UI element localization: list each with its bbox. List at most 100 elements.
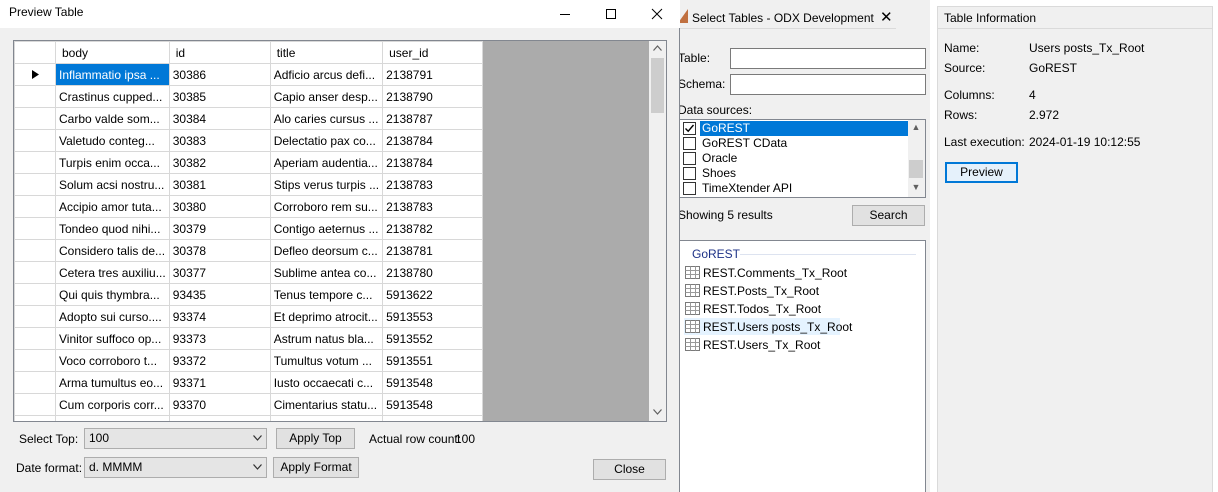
table-cell[interactable]: 2138790 <box>382 85 484 108</box>
row-header[interactable] <box>14 151 56 174</box>
table-cell[interactable]: 2138787 <box>382 107 484 130</box>
row-header[interactable] <box>14 393 56 416</box>
grid-scrollbar[interactable] <box>649 41 666 421</box>
table-row[interactable]: Tondeo quod nihi... 30379 Contigo aeternus… <box>14 217 484 240</box>
apply-format-button[interactable]: Apply Format <box>273 457 359 478</box>
table-cell[interactable]: Inflammatio ipsa ... <box>55 63 170 86</box>
column-header[interactable]: user_id <box>382 41 484 64</box>
table-cell[interactable]: Cetera tres auxiliu... <box>55 261 170 284</box>
data-source-item[interactable]: TimeXtender API <box>682 181 908 196</box>
table-row[interactable]: Crastinus cupped... 30385 Capio anser desp… <box>14 85 484 108</box>
close-icon[interactable]: ✕ <box>880 8 893 26</box>
table-cell[interactable]: 5913553 <box>382 305 484 328</box>
row-header[interactable] <box>14 349 56 372</box>
table-row[interactable]: Valetudo conteg... 30383 Delectatio pax co… <box>14 129 484 152</box>
row-header[interactable] <box>14 217 56 240</box>
table-row[interactable]: Adopto sui curso.... 93374 Et deprimo atro… <box>14 305 484 328</box>
column-header[interactable]: body <box>55 41 170 64</box>
table-cell[interactable]: Cimentarius statu... <box>269 393 384 416</box>
table-cell[interactable]: 30381 <box>168 173 271 196</box>
table-cell[interactable]: Qui quis thymbra... <box>55 283 170 306</box>
table-cell[interactable]: 30384 <box>168 107 271 130</box>
table-cell[interactable]: 5913548 <box>382 393 484 416</box>
result-item[interactable]: REST.Todos_Tx_Root <box>684 300 844 317</box>
table-cell[interactable]: 2138791 <box>382 63 484 86</box>
chevron-down-icon[interactable] <box>653 409 662 415</box>
table-cell[interactable]: Valetudo conteg... <box>55 129 170 152</box>
table-row[interactable]: Turpis enim occa... 30382 Aperiam audentia… <box>14 151 484 174</box>
corner-header[interactable] <box>14 41 56 64</box>
table-cell[interactable]: 30382 <box>168 151 271 174</box>
table-cell[interactable] <box>168 415 271 421</box>
table-cell[interactable]: Vinitor suffoco op... <box>55 327 170 350</box>
data-source-item[interactable]: GoREST CData <box>682 136 908 151</box>
result-item-selected[interactable]: REST.Users posts_Tx_Root <box>684 318 852 335</box>
table-cell[interactable]: Arma tumultus eo... <box>55 371 170 394</box>
table-cell[interactable]: Tumultus votum ... <box>269 349 384 372</box>
checkbox[interactable] <box>683 152 696 165</box>
data-source-item[interactable]: Oracle <box>682 151 908 166</box>
table-cell[interactable]: 2138782 <box>382 217 484 240</box>
row-header[interactable] <box>14 283 56 306</box>
table-cell[interactable] <box>55 415 170 421</box>
table-cell[interactable]: 93371 <box>168 371 271 394</box>
table-cell[interactable]: 30386 <box>168 63 271 86</box>
table-cell[interactable]: Accipio amor tuta... <box>55 195 170 218</box>
table-cell[interactable]: Adopto sui curso.... <box>55 305 170 328</box>
table-cell[interactable]: Capio anser desp... <box>269 85 384 108</box>
table-cell[interactable]: 30379 <box>168 217 271 240</box>
table-cell[interactable]: 5913552 <box>382 327 484 350</box>
table-cell[interactable]: 2138784 <box>382 129 484 152</box>
table-cell[interactable]: Crastinus cupped... <box>55 85 170 108</box>
table-row[interactable]: Solum acsi nostru... 30381 Stips verus tur… <box>14 173 484 196</box>
row-header[interactable] <box>14 195 56 218</box>
data-sources-list[interactable]: GoREST GoREST CData Oracle Shoes TimeXte… <box>679 119 926 198</box>
table-cell[interactable]: 30377 <box>168 261 271 284</box>
table-cell[interactable]: Astrum natus bla... <box>269 327 384 350</box>
table-cell[interactable]: Alo caries cursus ... <box>269 107 384 130</box>
dialog-titlebar[interactable]: Preview Table <box>0 0 680 28</box>
chevron-up-icon[interactable]: ▲ <box>908 122 924 132</box>
row-header[interactable] <box>14 107 56 130</box>
table-cell[interactable]: 93374 <box>168 305 271 328</box>
close-button[interactable]: Close <box>593 459 666 480</box>
table-cell[interactable]: 2138783 <box>382 195 484 218</box>
table-cell[interactable]: 2138781 <box>382 239 484 262</box>
chevron-up-icon[interactable] <box>653 45 662 51</box>
row-header[interactable] <box>14 371 56 394</box>
table-cell[interactable]: 2138784 <box>382 151 484 174</box>
date-format-combo[interactable]: d. MMMM <box>84 457 267 478</box>
scroll-thumb[interactable] <box>651 58 664 113</box>
checkbox[interactable] <box>683 122 696 135</box>
table-cell[interactable]: Iusto occaecati c... <box>269 371 384 394</box>
table-cell[interactable]: Tenus tempore c... <box>269 283 384 306</box>
table-cell[interactable]: 30383 <box>168 129 271 152</box>
close-window-button[interactable] <box>634 0 680 28</box>
table-cell[interactable]: Adficio arcus defi... <box>269 63 384 86</box>
chevron-down-icon[interactable]: ▼ <box>908 182 924 192</box>
table-cell[interactable]: 93372 <box>168 349 271 372</box>
row-header[interactable] <box>14 63 56 86</box>
result-item[interactable]: REST.Posts_Tx_Root <box>684 282 844 299</box>
table-row[interactable]: Carbo valde som... 30384 Alo caries cursus… <box>14 107 484 130</box>
table-cell[interactable]: 93435 <box>168 283 271 306</box>
table-cell[interactable]: Solum acsi nostru... <box>55 173 170 196</box>
table-cell[interactable] <box>269 415 384 421</box>
checkbox[interactable] <box>683 137 696 150</box>
row-header[interactable] <box>14 415 56 421</box>
table-cell[interactable]: Sublime antea co... <box>269 261 384 284</box>
table-cell[interactable]: 30378 <box>168 239 271 262</box>
table-row[interactable]: Accipio amor tuta... 30380 Corroboro rem s… <box>14 195 484 218</box>
preview-data-grid[interactable]: body id title user_id Inflammatio ipsa .… <box>13 40 667 422</box>
table-cell[interactable]: 5913551 <box>382 349 484 372</box>
schema-input[interactable] <box>730 74 926 95</box>
scroll-thumb[interactable] <box>909 160 923 178</box>
table-cell[interactable]: Stips verus turpis ... <box>269 173 384 196</box>
table-cell[interactable]: 2138783 <box>382 173 484 196</box>
table-cell[interactable]: Et deprimo atrocit... <box>269 305 384 328</box>
row-header[interactable] <box>14 261 56 284</box>
search-button[interactable]: Search <box>852 205 925 226</box>
table-row[interactable]: Considero talis de... 30378 Defleo deorsum… <box>14 239 484 262</box>
table-row[interactable]: Cum corporis corr... 93370 Cimentarius sta… <box>14 393 484 416</box>
table-cell[interactable]: 30385 <box>168 85 271 108</box>
